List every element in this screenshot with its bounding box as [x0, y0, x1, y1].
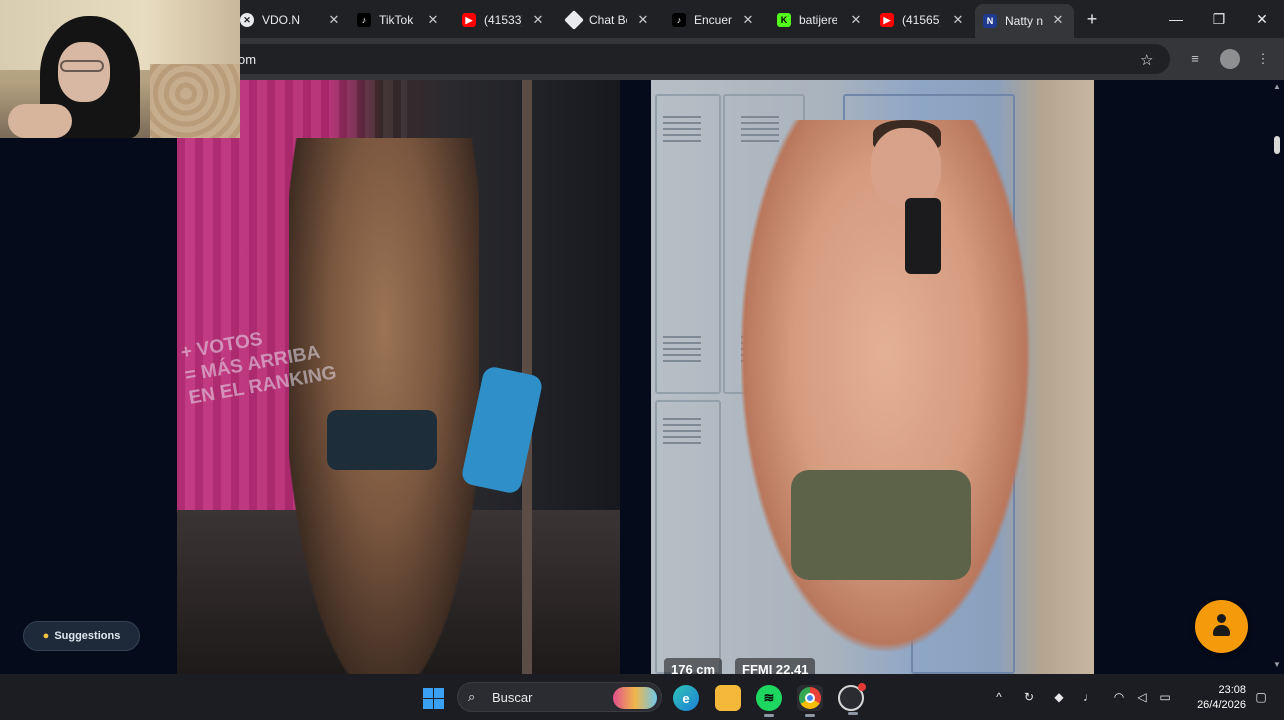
kick-icon: K — [777, 13, 791, 27]
contestant-shorts — [791, 470, 971, 580]
tiktok-icon: ♪ — [357, 13, 371, 27]
suggestions-button[interactable]: ● Suggestions — [23, 621, 140, 651]
menu-kebab-icon[interactable]: ⋮ — [1254, 50, 1272, 68]
file-explorer-icon[interactable] — [715, 685, 741, 711]
microphone-icon[interactable]: ♩ — [1080, 688, 1098, 706]
search-icon: ⌕ — [468, 689, 476, 704]
tab-kick[interactable]: K batijere ✕ — [777, 6, 864, 34]
search-placeholder: Buscar — [492, 690, 533, 705]
tab-close-icon[interactable]: ✕ — [635, 12, 651, 28]
tab-close-icon[interactable]: ✕ — [326, 12, 342, 28]
security-shield-icon[interactable]: ◆ — [1050, 688, 1068, 706]
tab-close-icon[interactable]: ✕ — [425, 12, 441, 28]
tab-tiktok[interactable]: ♪ TikTok ✕ — [357, 6, 441, 34]
tab-title: batijere — [799, 13, 837, 27]
scroll-up-icon[interactable]: ▲ — [1273, 82, 1281, 91]
sync-icon[interactable]: ↻ — [1020, 688, 1038, 706]
notifications-icon[interactable]: ▢ — [1252, 688, 1270, 706]
tab-title: Encuen — [694, 13, 732, 27]
tab-tiktok-encuentra[interactable]: ♪ Encuen ✕ — [672, 6, 756, 34]
youtube-icon: ▶ — [880, 13, 894, 27]
tab-title: (41533) — [484, 13, 522, 27]
tab-close-icon[interactable]: ✕ — [1050, 12, 1066, 28]
person-icon — [1213, 614, 1230, 638]
lightbulb-icon: ● — [42, 630, 50, 642]
tab-title: Natty n — [1005, 14, 1043, 28]
bookmark-star-icon[interactable]: ☆ — [1140, 51, 1153, 69]
volume-icon[interactable]: ◁ — [1133, 688, 1151, 706]
page-scrollbar[interactable]: ▲ ▼ — [1270, 80, 1284, 674]
contestant-figure — [289, 138, 479, 674]
tray-overflow-chevron-icon[interactable]: ^ — [990, 688, 1008, 706]
webcam-overlay — [0, 0, 240, 138]
tab-close-icon[interactable]: ✕ — [950, 12, 966, 28]
search-highlight-art — [613, 687, 657, 709]
battery-icon[interactable]: ▭ — [1156, 688, 1174, 706]
clock-date: 26/4/2026 — [1197, 699, 1246, 711]
maximize-button[interactable]: ❐ — [1209, 9, 1229, 29]
tiktok-icon: ♪ — [672, 13, 686, 27]
obs-icon[interactable] — [838, 683, 866, 715]
spotify-icon[interactable]: ≋ — [756, 685, 782, 717]
tab-chat-bot[interactable]: Chat Bo ✕ — [564, 6, 651, 34]
left-contestant-photo[interactable]: + VOTOS = MÁS ARRIBA EN EL RANKING — [177, 80, 620, 674]
url-text[interactable]: om — [238, 52, 256, 67]
webcam-glasses — [60, 60, 104, 72]
youtube-icon: ▶ — [462, 13, 476, 27]
webcam-face — [58, 42, 110, 102]
locker — [655, 400, 721, 674]
media-control-icon[interactable]: ≡ — [1186, 50, 1204, 68]
tab-close-icon[interactable]: ✕ — [848, 12, 864, 28]
vdo-ninja-icon: ✕ — [240, 13, 254, 27]
diamond-icon — [564, 10, 584, 30]
tab-vdo-ninja[interactable]: ✕ VDO.N ✕ — [240, 6, 342, 34]
webcam-pillow — [150, 64, 240, 138]
tab-title: VDO.N — [262, 13, 300, 27]
scroll-thumb[interactable] — [1274, 136, 1280, 154]
edge-icon[interactable]: e — [673, 685, 699, 711]
wifi-icon[interactable]: ◠ — [1110, 688, 1128, 706]
tab-title: Chat Bo — [589, 13, 627, 27]
clock-time: 23:08 — [1218, 684, 1246, 696]
tab-close-icon[interactable]: ✕ — [530, 12, 546, 28]
close-window-button[interactable]: ✕ — [1252, 9, 1272, 29]
profile-avatar[interactable] — [1220, 49, 1240, 69]
tab-title: (41565) — [902, 13, 940, 27]
profile-fab-button[interactable] — [1195, 600, 1248, 653]
phone — [905, 198, 941, 274]
minimize-button[interactable]: — — [1166, 9, 1186, 29]
windows-start-icon[interactable] — [423, 688, 444, 709]
locker — [655, 94, 721, 394]
n-icon: N — [983, 14, 997, 28]
tab-youtube-1[interactable]: ▶ (41533) ✕ — [462, 6, 546, 34]
tab-youtube-2[interactable]: ▶ (41565) ✕ — [880, 6, 966, 34]
contestant-shorts — [327, 410, 437, 470]
tab-close-icon[interactable]: ✕ — [740, 12, 756, 28]
suggestions-label: Suggestions — [54, 630, 121, 642]
tab-natty[interactable]: N Natty n ✕ — [975, 4, 1074, 38]
right-contestant-photo[interactable] — [651, 80, 1094, 674]
scroll-down-icon[interactable]: ▼ — [1273, 660, 1281, 669]
taskbar-clock[interactable]: 23:08 26/4/2026 — [1188, 683, 1246, 713]
tab-title: TikTok — [379, 13, 414, 27]
chrome-icon[interactable] — [797, 685, 823, 717]
omnibox[interactable]: om — [200, 44, 1170, 74]
taskbar-search-box[interactable]: ⌕ Buscar — [457, 682, 662, 712]
contestant-head — [871, 128, 941, 208]
webcam-hand — [8, 104, 72, 138]
new-tab-button[interactable]: + — [1082, 9, 1102, 29]
